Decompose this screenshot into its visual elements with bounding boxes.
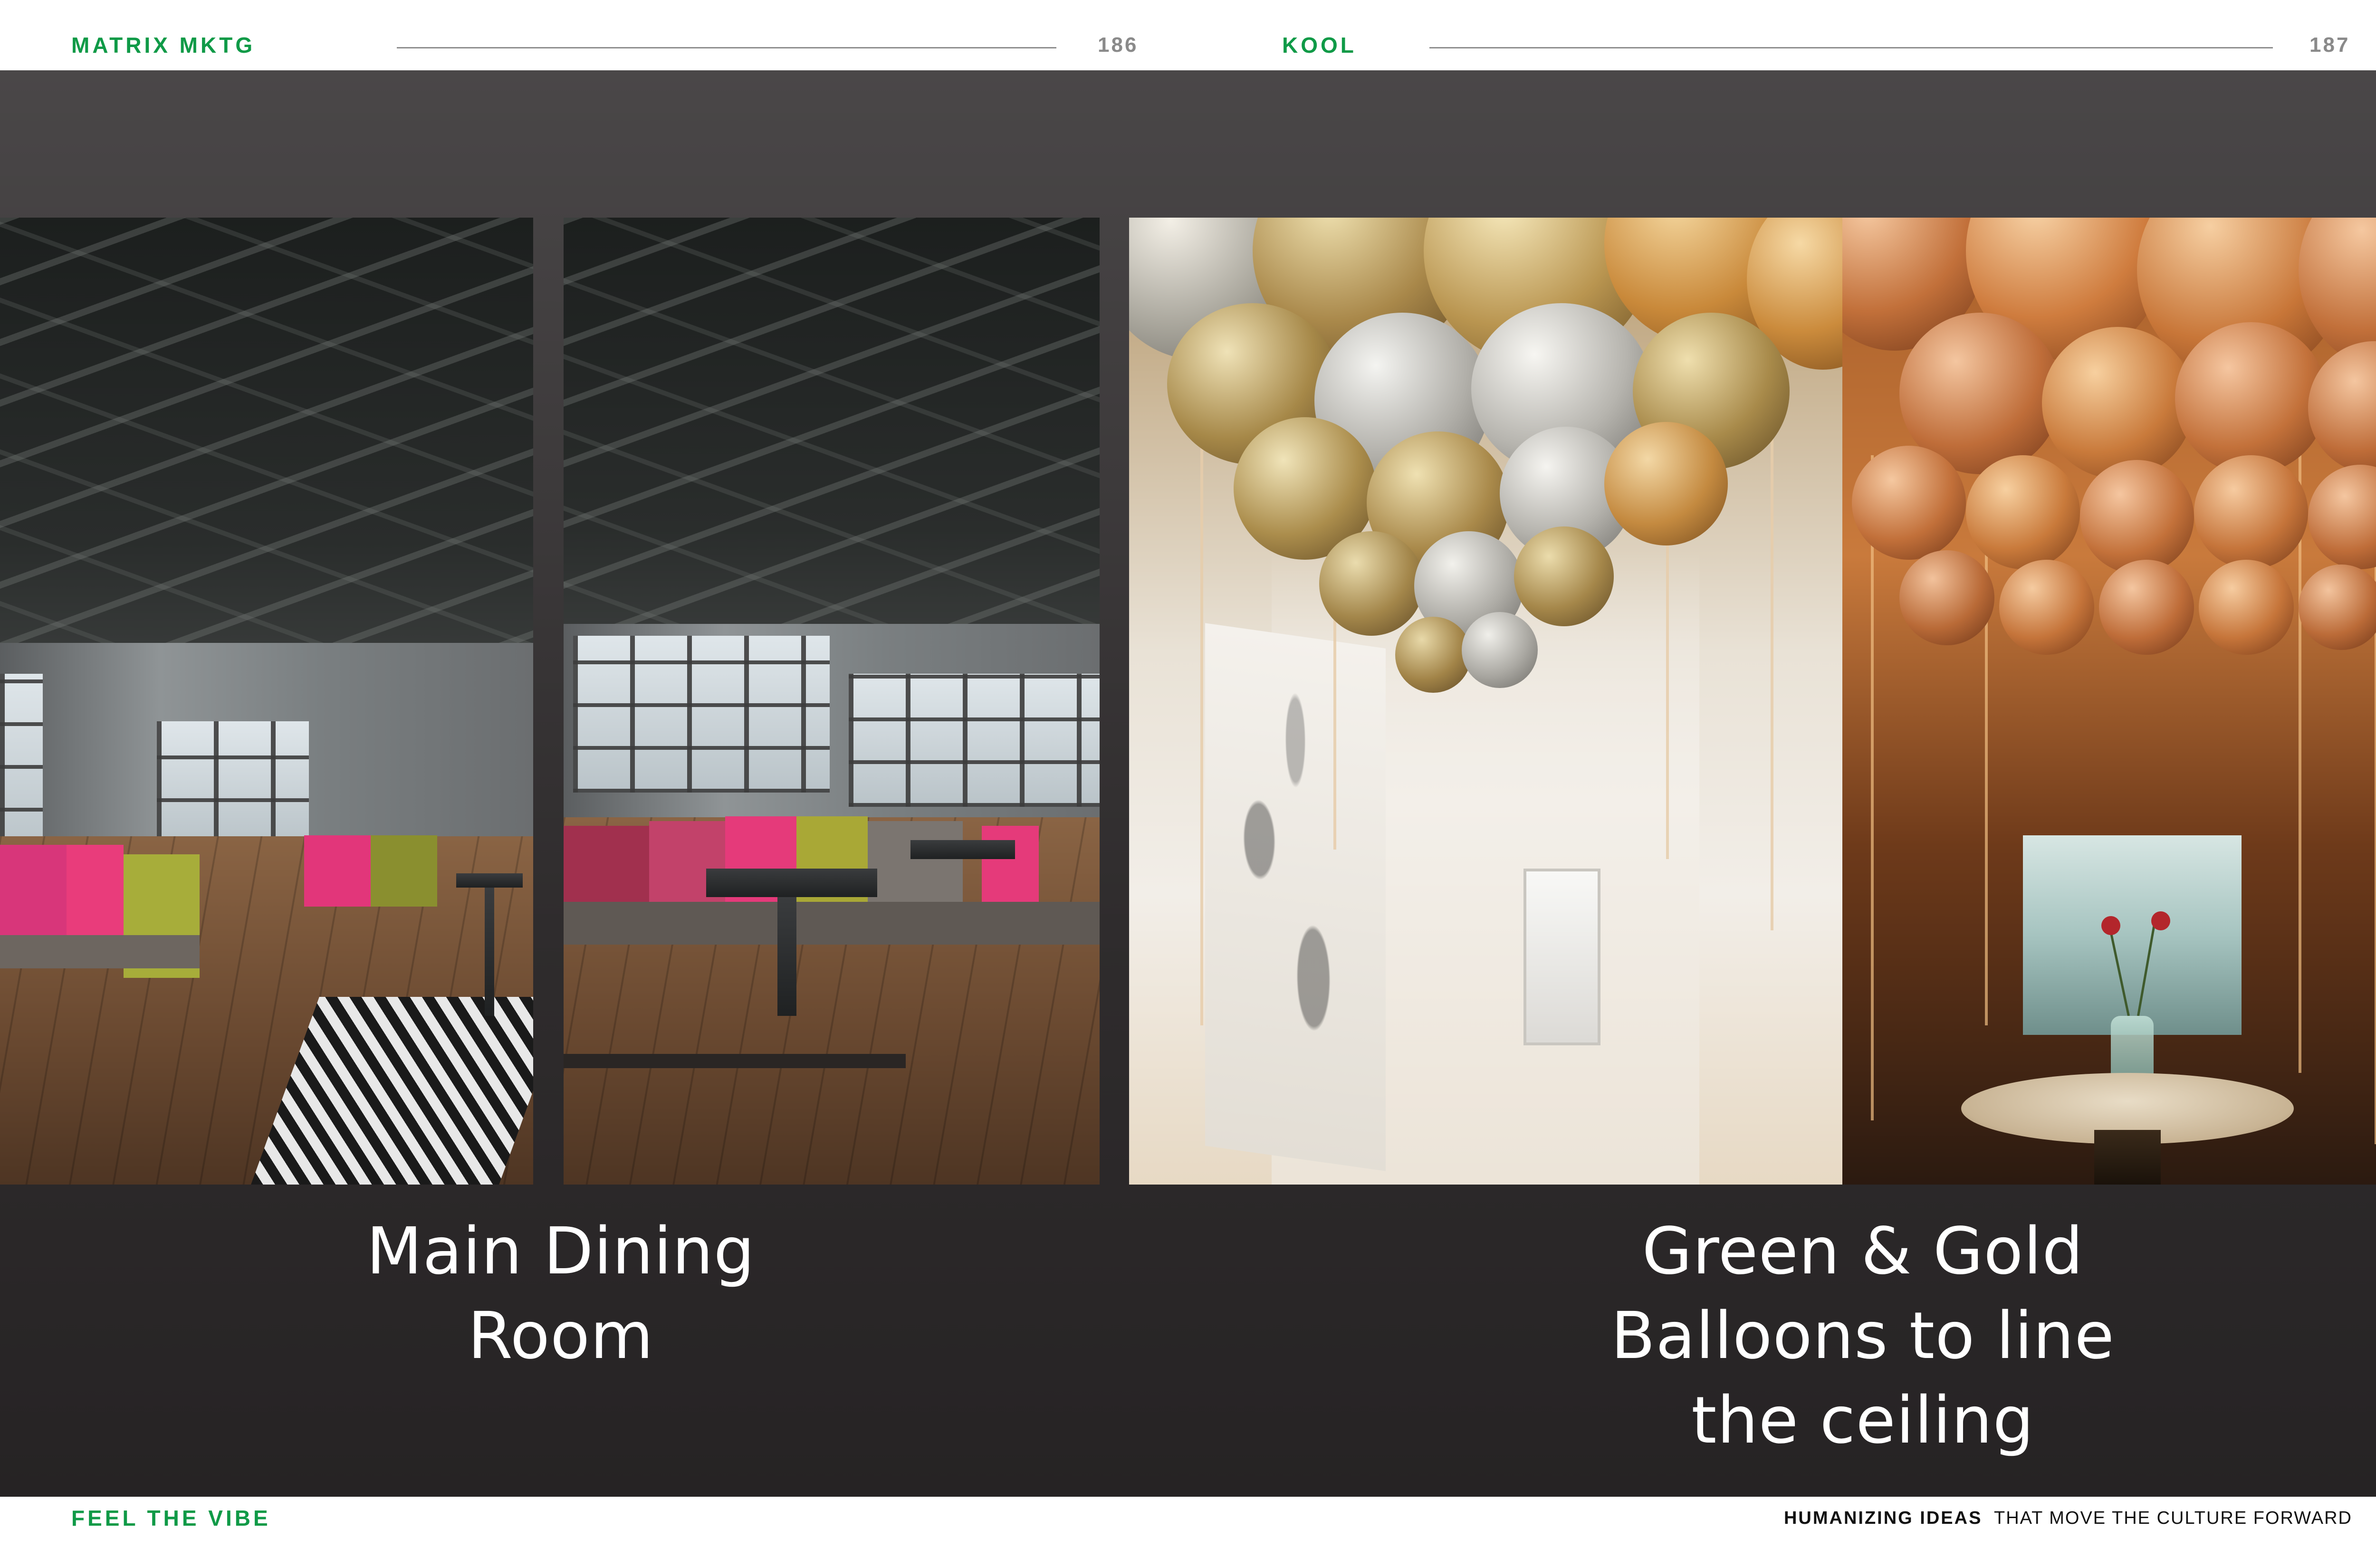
balloon bbox=[2099, 560, 2194, 655]
balloon bbox=[2194, 455, 2308, 569]
left-header-rule bbox=[397, 47, 1056, 48]
entry-window bbox=[2023, 835, 2242, 1035]
footer-slogan: FEEL THE VIBE bbox=[71, 1506, 271, 1530]
cafe-table-leg bbox=[485, 888, 494, 1016]
balloon-entry-photo bbox=[1842, 218, 2376, 1185]
garage-window bbox=[573, 636, 830, 793]
balloon-caption-line-3: the ceiling bbox=[1691, 1383, 2034, 1458]
balloon bbox=[1604, 422, 1728, 545]
balloon bbox=[1395, 617, 1471, 693]
booth-base bbox=[564, 902, 1100, 945]
balloon bbox=[1999, 560, 2094, 655]
hallway-door bbox=[1523, 869, 1600, 1045]
booth-seat bbox=[371, 835, 437, 907]
balloon bbox=[2080, 460, 2194, 574]
balloon-hallway-photo bbox=[1129, 218, 1842, 1185]
booth-seat bbox=[304, 835, 371, 907]
balloon bbox=[1852, 446, 1966, 560]
dining-room-photo-2 bbox=[564, 218, 1100, 1185]
dining-room-caption: Main Dining Room bbox=[366, 1214, 755, 1374]
flower bbox=[2101, 916, 2120, 935]
balloon-ribbon bbox=[1871, 455, 1874, 1120]
balloon bbox=[2299, 564, 2376, 650]
dining-table-leg bbox=[777, 897, 796, 1016]
right-brand-title: KOOL bbox=[1282, 33, 1357, 57]
right-page-number: 187 bbox=[2309, 33, 2350, 57]
booth-base bbox=[0, 935, 200, 968]
floor-platform-edge bbox=[564, 1054, 906, 1068]
page-footer: FEEL THE VIBE HUMANIZING IDEAS THAT MOVE… bbox=[0, 1497, 2376, 1568]
dining-table bbox=[706, 869, 877, 897]
balloon-ribbon bbox=[2299, 455, 2301, 1073]
left-brand-title: MATRIX MKTG bbox=[71, 33, 256, 57]
balloon bbox=[2042, 327, 2194, 479]
right-header-rule bbox=[1429, 47, 2273, 48]
balloon-caption-line-2: Balloons to line bbox=[1610, 1299, 2115, 1374]
balloon bbox=[1514, 526, 1614, 626]
ceiling-beams bbox=[0, 218, 533, 682]
balloon bbox=[2308, 465, 2376, 569]
footer-tagline-bold: HUMANIZING IDEAS bbox=[1783, 1508, 1983, 1528]
balloon bbox=[1319, 531, 1424, 636]
balloon bbox=[1899, 550, 1994, 645]
ceiling-beams bbox=[564, 218, 1100, 663]
page-header: MATRIX MKTG 186 KOOL 187 bbox=[0, 0, 2376, 70]
wall-artwork bbox=[1205, 623, 1386, 1171]
window-panel bbox=[157, 721, 309, 845]
footer-tagline: HUMANIZING IDEAS THAT MOVE THE CULTURE F… bbox=[1784, 1508, 2352, 1529]
booth-seat bbox=[868, 821, 963, 902]
balloon bbox=[1462, 612, 1538, 688]
balloon bbox=[2175, 322, 2327, 474]
balloon bbox=[2308, 341, 2376, 474]
booth-seat bbox=[982, 826, 1039, 902]
table-pedestal bbox=[2094, 1130, 2161, 1185]
dining-table bbox=[910, 840, 1015, 859]
balloon bbox=[2199, 560, 2294, 655]
dining-room-photo-1 bbox=[0, 218, 533, 1185]
left-page-number: 186 bbox=[1098, 33, 1139, 57]
balloon-caption-line-1: Green & Gold bbox=[1642, 1214, 2084, 1289]
magazine-spread: MATRIX MKTG 186 KOOL 187 Main Dining Roo… bbox=[0, 0, 2376, 1568]
garage-window bbox=[849, 674, 1100, 807]
balloon bbox=[1966, 455, 2080, 569]
flower bbox=[2151, 911, 2170, 930]
cafe-table bbox=[456, 873, 523, 888]
window-panel bbox=[0, 674, 43, 854]
footer-tagline-regular: THAT MOVE THE CULTURE FORWARD bbox=[1993, 1508, 2352, 1528]
